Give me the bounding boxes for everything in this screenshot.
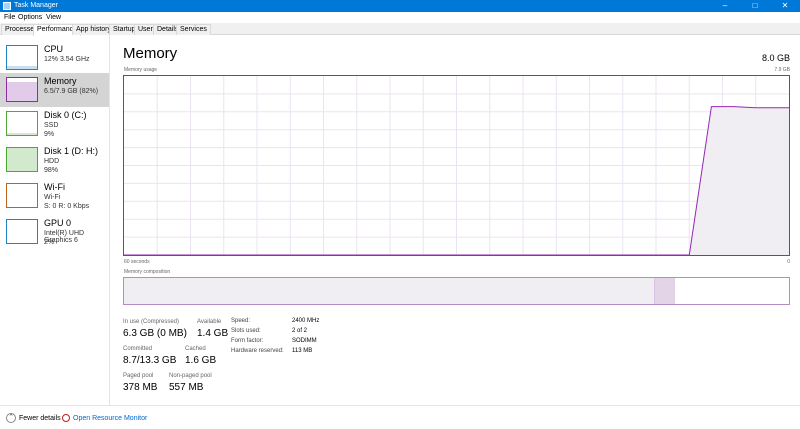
spec-form-factor-value: SODIMM bbox=[292, 338, 317, 344]
spec-slots-label: Slots used: bbox=[231, 328, 261, 334]
cached-label: Cached bbox=[185, 346, 206, 352]
memory-thumbnail bbox=[6, 77, 38, 102]
spec-form-factor-label: Form factor: bbox=[231, 338, 264, 344]
minimize-icon[interactable]: – bbox=[710, 0, 740, 12]
menu-view[interactable]: View bbox=[46, 14, 61, 21]
paged-pool-label: Paged pool bbox=[123, 373, 154, 379]
cpu-thumbnail bbox=[6, 45, 38, 70]
resource-sidebar: CPU 12% 3.54 GHz Memory 6.5/7.9 GB (82%)… bbox=[0, 35, 110, 405]
time-axis-left: 60 seconds bbox=[124, 259, 150, 265]
resource-monitor-icon[interactable] bbox=[62, 414, 70, 422]
in-use-label: In use (Compressed) bbox=[123, 319, 180, 325]
usage-graph-max: 7.9 GB bbox=[774, 67, 790, 73]
sidebar-item-label: CPU bbox=[44, 44, 64, 54]
window-title: Task Manager bbox=[14, 2, 58, 9]
memory-total: 8.0 GB bbox=[761, 53, 790, 63]
sidebar-item-label: GPU 0 bbox=[44, 218, 72, 228]
memory-usage-graph bbox=[123, 75, 790, 256]
spec-speed-label: Speed: bbox=[231, 318, 251, 324]
paged-pool-value: 378 MB bbox=[123, 382, 158, 393]
thumbnail-level-fill bbox=[7, 148, 37, 171]
sidebar-item-detail: SSD bbox=[44, 122, 59, 129]
sidebar-item-disk-0[interactable]: Disk 0 (C:) SSD 9% bbox=[0, 107, 109, 141]
spec-speed-value: 2400 MHz bbox=[292, 318, 320, 324]
sidebar-item-label: Memory bbox=[44, 76, 77, 86]
sidebar-item-disk-1[interactable]: Disk 1 (D: H:) HDD 98% bbox=[0, 143, 109, 177]
menu-options[interactable]: Options bbox=[18, 14, 42, 21]
page-title: Memory bbox=[123, 45, 178, 62]
thumbnail-level-fill bbox=[7, 132, 37, 135]
time-axis-right: 0 bbox=[787, 259, 790, 265]
available-value: 1.4 GB bbox=[197, 328, 229, 339]
fewer-details-button[interactable]: Fewer details bbox=[19, 415, 61, 422]
tab-strip: Processes Performance App history Startu… bbox=[0, 23, 800, 36]
tab-services[interactable]: Services bbox=[176, 24, 211, 35]
sidebar-item-usage: 2% bbox=[44, 239, 55, 246]
memory-composition-bar bbox=[123, 277, 790, 305]
sidebar-item-memory[interactable]: Memory 6.5/7.9 GB (82%) bbox=[0, 73, 109, 107]
wifi-thumbnail bbox=[6, 183, 38, 208]
gpu-0-thumbnail bbox=[6, 219, 38, 244]
disk-1-thumbnail bbox=[6, 147, 38, 172]
composition-chart bbox=[124, 278, 789, 304]
title-bar: Task Manager – □ ✕ bbox=[0, 0, 800, 12]
sidebar-item-detail: 6.5/7.9 GB (82%) bbox=[44, 88, 99, 95]
usage-graph-label: Memory usage bbox=[124, 67, 158, 73]
sidebar-item-gpu-0[interactable]: GPU 0 Intel(R) UHD Graphics 6 2% bbox=[0, 215, 109, 249]
composition-label: Memory composition bbox=[124, 269, 171, 275]
committed-value: 8.7/13.3 GB bbox=[123, 355, 177, 366]
spec-hw-reserved-label: Hardware reserved: bbox=[231, 348, 284, 354]
task-manager-icon bbox=[3, 2, 11, 10]
non-paged-pool-value: 557 MB bbox=[169, 382, 204, 393]
menu-file[interactable]: File bbox=[4, 14, 15, 21]
sidebar-item-detail: HDD bbox=[44, 158, 60, 165]
sidebar-item-label: Disk 1 (D: H:) bbox=[44, 146, 98, 156]
sidebar-item-label: Disk 0 (C:) bbox=[44, 110, 87, 120]
available-label: Available bbox=[197, 319, 222, 325]
committed-label: Committed bbox=[123, 346, 153, 352]
disk-0-thumbnail bbox=[6, 111, 38, 136]
maximize-icon[interactable]: □ bbox=[740, 0, 770, 12]
composition-segment-free bbox=[674, 278, 789, 304]
thumbnail-level-fill bbox=[7, 66, 37, 69]
sidebar-item-detail: 12% 3.54 GHz bbox=[44, 56, 90, 63]
close-icon[interactable]: ✕ bbox=[770, 0, 800, 12]
cached-value: 1.6 GB bbox=[185, 355, 217, 366]
thumbnail-level-fill bbox=[7, 82, 37, 101]
sidebar-item-usage: 9% bbox=[44, 131, 55, 138]
sidebar-item-usage: S: 0 R: 0 Kbps bbox=[44, 203, 90, 210]
sidebar-item-usage: 98% bbox=[44, 167, 59, 174]
sidebar-item-cpu[interactable]: CPU 12% 3.54 GHz bbox=[0, 41, 109, 75]
sidebar-item-detail: Wi-Fi bbox=[44, 194, 61, 201]
chevron-up-icon[interactable]: ⌃ bbox=[6, 413, 16, 423]
sidebar-item-wifi[interactable]: Wi-Fi Wi-Fi S: 0 R: 0 Kbps bbox=[0, 179, 109, 213]
memory-usage-chart bbox=[124, 76, 789, 256]
open-resource-monitor-link[interactable]: Open Resource Monitor bbox=[73, 415, 147, 422]
in-use-value: 6.3 GB (0 MB) bbox=[123, 328, 187, 339]
footer-bar: ⌃ Fewer details Open Resource Monitor bbox=[0, 405, 800, 429]
spec-hw-reserved-value: 113 MB bbox=[292, 348, 313, 354]
non-paged-pool-label: Non-paged pool bbox=[169, 373, 212, 379]
composition-segment-in-use bbox=[124, 278, 655, 304]
spec-slots-value: 2 of 2 bbox=[292, 328, 308, 334]
composition-segment-modified bbox=[654, 278, 675, 304]
menu-bar: File Options View bbox=[0, 12, 800, 23]
sidebar-item-label: Wi-Fi bbox=[44, 182, 65, 192]
